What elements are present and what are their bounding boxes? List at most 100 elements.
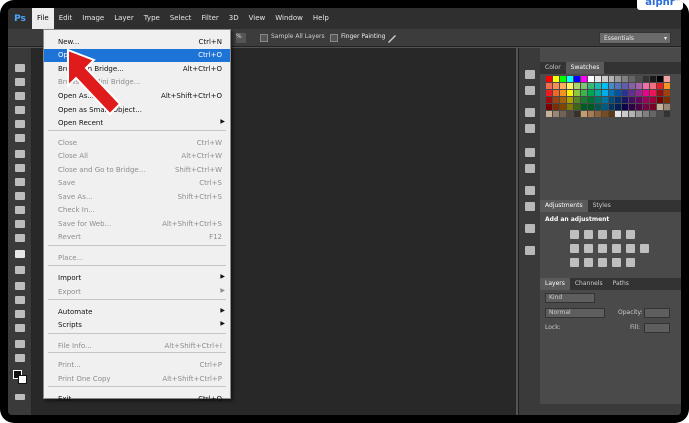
- color-swatch[interactable]: [546, 111, 552, 117]
- color-swatch[interactable]: [601, 111, 608, 117]
- menu-type[interactable]: Type: [139, 8, 165, 29]
- color-swatch[interactable]: [573, 97, 580, 103]
- tab-paths[interactable]: Paths: [608, 278, 634, 290]
- color-swatch[interactable]: [643, 76, 650, 82]
- zoom-tool-icon[interactable]: [15, 354, 25, 362]
- opacity-field[interactable]: [644, 308, 670, 318]
- shape-tool-icon[interactable]: [15, 324, 25, 332]
- path-select-tool-icon[interactable]: [15, 310, 25, 318]
- posterize-icon[interactable]: [584, 258, 593, 267]
- color-swatch[interactable]: [559, 76, 566, 82]
- lasso-tool-icon[interactable]: [15, 92, 25, 100]
- menu-edit[interactable]: Edit: [54, 8, 78, 29]
- background-color-swatch[interactable]: [18, 375, 27, 384]
- color-swatch[interactable]: [566, 76, 573, 82]
- timeline-panel-icon[interactable]: [525, 246, 535, 255]
- brush-tool-icon[interactable]: [15, 164, 25, 172]
- color-swatch[interactable]: [580, 104, 587, 110]
- brush-pressure-icon[interactable]: [386, 32, 398, 44]
- color-swatch[interactable]: [566, 90, 573, 96]
- menu-help[interactable]: Help: [308, 8, 334, 29]
- color-swatch[interactable]: [608, 111, 615, 117]
- color-swatch[interactable]: [636, 90, 643, 96]
- channel-mixer-icon[interactable]: [626, 244, 635, 253]
- color-swatch[interactable]: [615, 76, 622, 82]
- color-swatch[interactable]: [622, 104, 629, 110]
- color-swatch[interactable]: [650, 111, 657, 117]
- color-swatch[interactable]: [650, 97, 657, 103]
- blend-mode-select[interactable]: Normal: [545, 308, 605, 318]
- color-swatch[interactable]: [608, 76, 615, 82]
- dodge-tool-icon[interactable]: [15, 266, 25, 274]
- color-swatch[interactable]: [580, 83, 587, 89]
- kind-filter-select[interactable]: Kind: [545, 293, 595, 303]
- menu-select[interactable]: Select: [165, 8, 197, 29]
- photo-filter-icon[interactable]: [612, 244, 621, 253]
- color-lookup-icon[interactable]: [640, 244, 649, 253]
- menu-filter[interactable]: Filter: [196, 8, 223, 29]
- file-menu-item-automate[interactable]: Automate ▶: [44, 306, 230, 319]
- sample-all-layers-checkbox[interactable]: [260, 34, 268, 42]
- pen-tool-icon[interactable]: [15, 282, 25, 290]
- brush-presets-icon[interactable]: [525, 164, 535, 173]
- move-tool-icon[interactable]: [15, 64, 25, 72]
- clone-stamp-tool-icon[interactable]: [15, 178, 25, 186]
- color-swatch[interactable]: [552, 90, 559, 96]
- color-swatch[interactable]: [573, 90, 580, 96]
- tool-presets-icon[interactable]: [525, 202, 535, 211]
- color-swatch[interactable]: [587, 76, 594, 82]
- tab-layers[interactable]: Layers: [540, 278, 570, 290]
- swatches-grid[interactable]: [546, 76, 670, 128]
- color-swatch[interactable]: [587, 97, 594, 103]
- info-panel-icon[interactable]: [525, 108, 535, 117]
- color-swatch[interactable]: [594, 83, 601, 89]
- color-swatch[interactable]: [657, 104, 664, 110]
- color-swatch[interactable]: [546, 90, 552, 96]
- color-swatch[interactable]: [580, 111, 587, 117]
- color-swatch[interactable]: [546, 83, 552, 89]
- smudge-tool-icon[interactable]: [15, 250, 25, 258]
- color-swatch[interactable]: [580, 76, 587, 82]
- color-swatch[interactable]: [587, 90, 594, 96]
- tab-styles[interactable]: Styles: [588, 200, 616, 212]
- menu-3d[interactable]: 3D: [224, 8, 244, 29]
- vibrance-icon[interactable]: [626, 230, 635, 239]
- color-swatch[interactable]: [657, 90, 664, 96]
- percent-field[interactable]: %: [236, 33, 246, 43]
- color-swatch[interactable]: [622, 76, 629, 82]
- color-swatch[interactable]: [636, 97, 643, 103]
- color-balance-icon[interactable]: [584, 244, 593, 253]
- color-swatch[interactable]: [580, 90, 587, 96]
- properties-panel-icon[interactable]: [525, 124, 535, 133]
- color-swatch[interactable]: [615, 83, 622, 89]
- color-swatch[interactable]: [622, 111, 629, 117]
- color-swatch[interactable]: [566, 97, 573, 103]
- color-swatch[interactable]: [559, 97, 566, 103]
- color-swatch[interactable]: [546, 76, 552, 82]
- crop-tool-icon[interactable]: [15, 120, 25, 128]
- color-swatch[interactable]: [650, 104, 657, 110]
- color-swatch[interactable]: [573, 104, 580, 110]
- color-swatch[interactable]: [608, 90, 615, 96]
- color-swatch[interactable]: [608, 104, 615, 110]
- color-swatch[interactable]: [601, 90, 608, 96]
- finger-painting-checkbox[interactable]: [330, 34, 338, 42]
- color-swatch[interactable]: [629, 76, 636, 82]
- file-menu-item-import[interactable]: Import ▶: [44, 272, 230, 285]
- color-swatch[interactable]: [608, 83, 615, 89]
- actions-panel-icon[interactable]: [525, 86, 535, 95]
- color-swatch[interactable]: [587, 83, 594, 89]
- color-swatch[interactable]: [594, 97, 601, 103]
- marquee-tool-icon[interactable]: [15, 78, 25, 86]
- quick-select-tool-icon[interactable]: [15, 106, 25, 114]
- color-swatch[interactable]: [566, 104, 573, 110]
- color-swatch[interactable]: [601, 97, 608, 103]
- file-menu-item-scripts[interactable]: Scripts ▶: [44, 319, 230, 332]
- color-swatch[interactable]: [636, 104, 643, 110]
- black-white-icon[interactable]: [598, 244, 607, 253]
- color-swatch[interactable]: [657, 111, 664, 117]
- brightness-icon[interactable]: [570, 230, 579, 239]
- color-swatch[interactable]: [573, 111, 580, 117]
- color-swatch[interactable]: [636, 83, 643, 89]
- color-swatch[interactable]: [615, 90, 622, 96]
